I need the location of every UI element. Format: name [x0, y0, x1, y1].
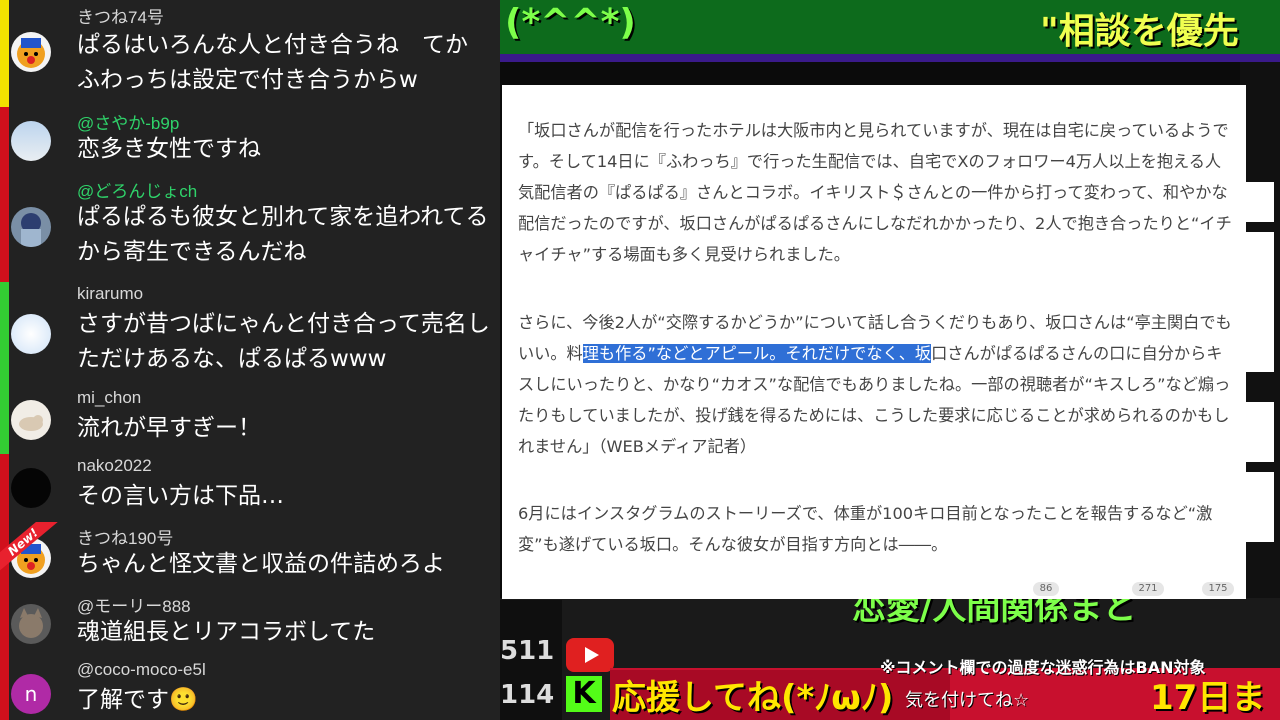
date-text: 17日ま [1150, 678, 1266, 718]
stat-value: 114 [500, 680, 555, 710]
chat-username: @coco-moco-e5l [77, 660, 206, 679]
chat-username: @どろんじょch [77, 182, 198, 201]
chat-text: 恋多き女性ですね [77, 136, 261, 162]
chat-text: ぱるはいろんな人と付き合うね てか ふわっちは設定で付き合うからw [77, 32, 491, 93]
reaction-count[interactable]: 86 [1033, 582, 1059, 596]
chat-color-bar [0, 0, 9, 107]
stat-value: 511 [500, 636, 555, 666]
chat-username: @モーリー888 [77, 597, 191, 616]
chat-message: @さやか-b9p 恋多き女性ですね [0, 107, 500, 176]
chat-color-bar [0, 175, 9, 282]
avatar [11, 32, 51, 72]
new-badge: New! [0, 522, 64, 586]
kick-icon: K [566, 676, 602, 712]
chat-message: kirarumo さすが昔つばにゃんと付き合って売名しただけあるな、ぱるぱるww… [0, 282, 500, 387]
chat-message: n @coco-moco-e5l 了解です🙂 [0, 658, 500, 720]
stream-subtitle: 恋愛/人間関係まと [852, 598, 1137, 628]
chat-text: その言い方は下品… [77, 483, 284, 509]
chat-text: 了解です🙂 [77, 687, 198, 713]
chat-text: ちゃんと怪文書と収益の件詰めろよ [77, 551, 445, 577]
chat-color-bar [0, 454, 9, 522]
chat-color-bar [0, 590, 9, 658]
avatar [11, 207, 51, 247]
smile-emoji-icon: 🙂 [169, 687, 198, 713]
chat-text: ぱるぱるも彼女と別れて家を追われてるから寄生できるんだね [77, 204, 489, 265]
article-paragraph-2: さらに、今後2人が“交際するかどうか”について話し合うくだりもあり、坂口さんは“… [518, 313, 1232, 456]
chat-color-bar [0, 658, 9, 720]
avatar [11, 468, 51, 508]
live-chat-panel[interactable]: きつね74号 ぱるはいろんな人と付き合うね てか ふわっちは設定で付き合うからw… [0, 0, 500, 720]
reaction-count[interactable]: 271 [1132, 582, 1164, 596]
chat-username: mi_chon [77, 388, 142, 407]
chat-text: 魂道組長とリアコラボしてた [77, 619, 376, 645]
chat-color-bar [0, 386, 9, 454]
chat-message: きつね74号 ぱるはいろんな人と付き合うね てか ふわっちは設定で付き合うからw [0, 0, 500, 108]
chat-text: 流れが早すぎー！ [77, 415, 261, 441]
chat-text: さすが昔つばにゃんと付き合って売名しただけあるな、ぱるぱるwww [77, 311, 490, 372]
chat-username: @さやか-b9p [77, 114, 180, 133]
youtube-icon [566, 638, 614, 672]
chat-message: @どろんじょch ぱるぱるも彼女と別れて家を追われてるから寄生できるんだね [0, 175, 500, 283]
reaction-count[interactable]: 175 [1202, 582, 1234, 596]
avatar [11, 314, 51, 354]
avatar: n [11, 674, 51, 714]
stream-title-left: (*^^*) [505, 2, 636, 43]
selected-text-highlight: 理も作る”などとアピール。それだけでなく、坂 [582, 344, 932, 363]
chat-color-bar [0, 282, 9, 386]
chat-username: kirarumo [77, 284, 144, 303]
article-paragraph-3: 6月にはインスタグラムのストーリーズで、体重が100キロ目前となったことを報告す… [518, 504, 1213, 554]
chat-message: @モーリー888 魂道組長とリアコラボしてた [0, 590, 500, 659]
avatar [11, 400, 51, 440]
chat-username: nako2022 [77, 456, 152, 475]
chat-username: きつね74号 [77, 8, 164, 27]
chat-color-bar [0, 107, 9, 175]
stream-stats: 511 114 [500, 600, 562, 720]
article-paragraph-1: 「坂口さんが配信を行ったホテルは大阪市内と見られていますが、現在は自宅に戻ってい… [518, 121, 1232, 264]
chat-message: nako2022 その言い方は下品… [0, 454, 500, 523]
stream-side-strip [1240, 62, 1280, 602]
chat-message: mi_chon 流れが早すぎー！ [0, 386, 500, 455]
stream-title-right: "相談を優先 [1040, 11, 1239, 52]
chat-username: きつね190号 [77, 529, 174, 548]
avatar [11, 604, 51, 644]
chat-message: New! きつね190号 ちゃんと怪文書と収益の件詰めろよ [0, 522, 500, 591]
article-card[interactable]: 「坂口さんが配信を行ったホテルは大阪市内と見られていますが、現在は自宅に戻ってい… [502, 85, 1246, 599]
support-text: 応援してね(*ﾉωﾉ) [612, 678, 894, 718]
care-text: 気を付けてね☆ [905, 690, 1030, 711]
avatar [11, 121, 51, 161]
